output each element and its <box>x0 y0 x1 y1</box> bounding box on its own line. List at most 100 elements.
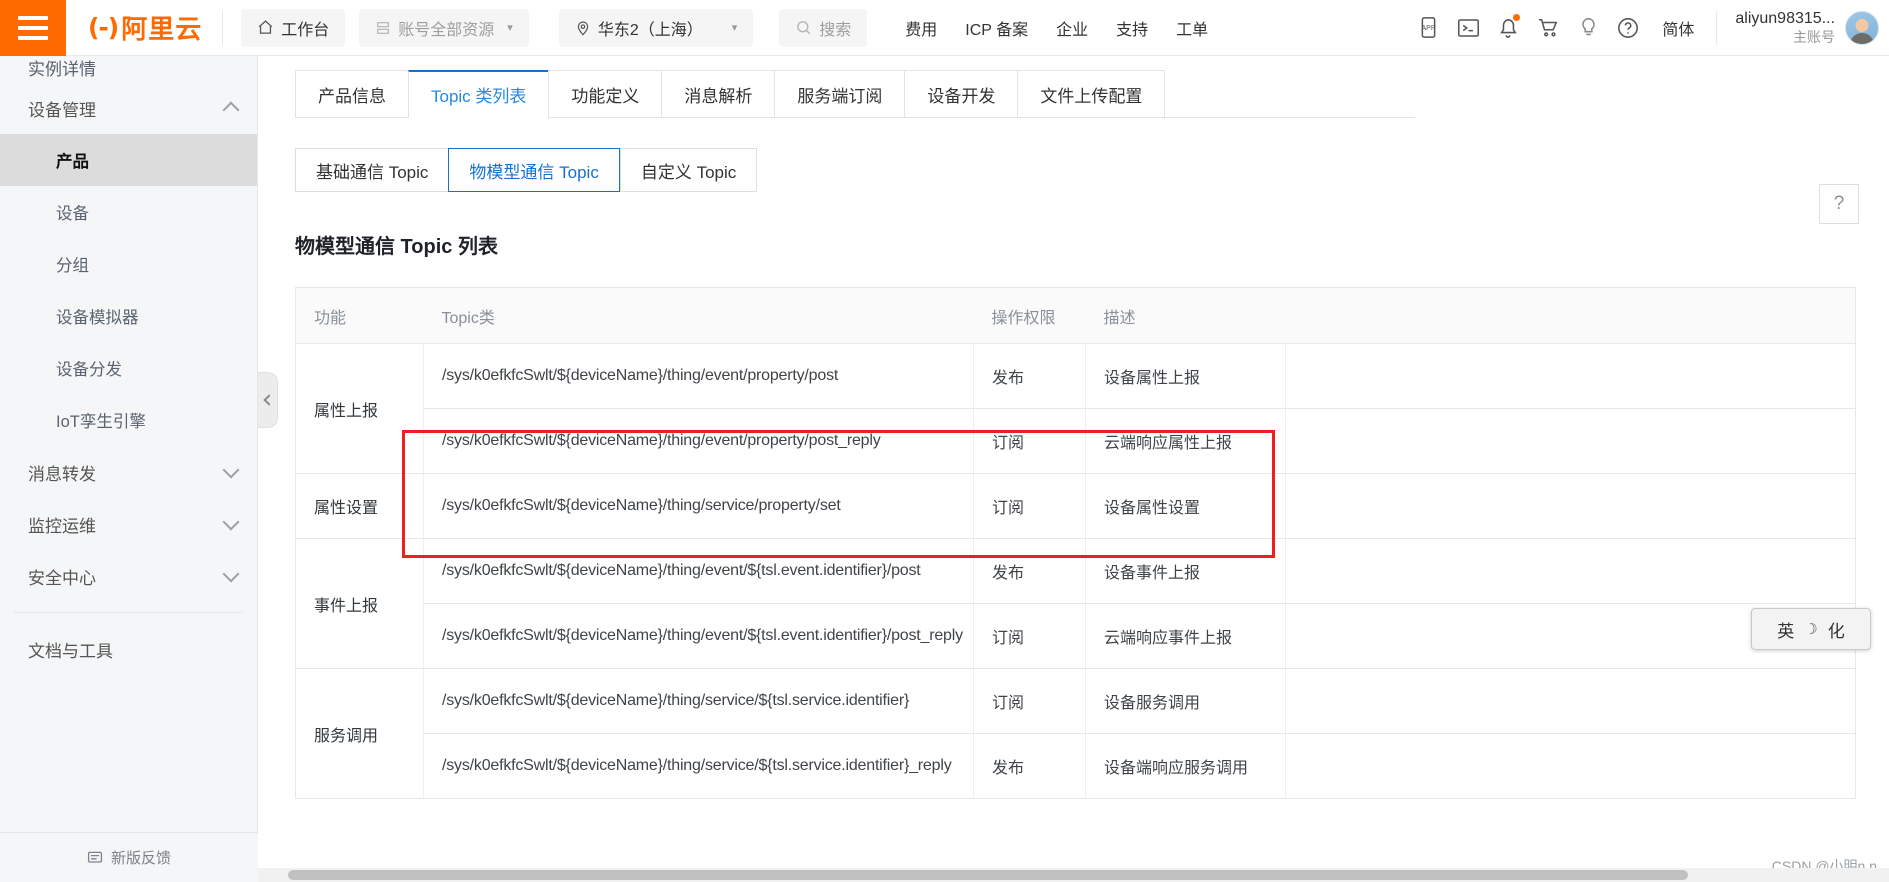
subtab-tsl-topic[interactable]: 物模型通信 Topic <box>448 148 620 192</box>
cell-function: 事件上报 <box>295 538 424 669</box>
cell-topic: /sys/k0efkfcSwlt/${deviceName}/thing/eve… <box>423 603 974 669</box>
table-row[interactable]: 属性设置 /sys/k0efkfcSwlt/${deviceName}/thin… <box>295 473 1856 539</box>
table-row[interactable]: 事件上报 /sys/k0efkfcSwlt/${deviceName}/thin… <box>295 538 1856 669</box>
chevron-down-icon <box>222 513 240 530</box>
tab-topic-list[interactable]: Topic 类列表 <box>408 70 549 118</box>
topic-table: 功能 Topic类 操作权限 描述 属性上报 /sys/k0efkfcSwlt/… <box>295 287 1856 799</box>
subtab-custom-topic[interactable]: 自定义 Topic <box>619 148 758 192</box>
tab-server-subscription[interactable]: 服务端订阅 <box>774 70 905 117</box>
scrollbar-thumb[interactable] <box>288 870 1688 880</box>
cell-permission: 发布 <box>973 733 1086 799</box>
sidebar-item-products[interactable]: 产品 <box>0 134 257 186</box>
chevron-down-icon: ▾ <box>731 22 738 34</box>
sidebar-item-device-distribution[interactable]: 设备分发 <box>0 342 257 394</box>
notification-badge <box>1513 13 1521 21</box>
user-menu[interactable]: aliyun98315... 主账号 <box>1717 9 1845 47</box>
search-input[interactable]: 搜索 <box>779 8 868 47</box>
lightbulb-icon[interactable] <box>1568 8 1608 48</box>
cell-topic: /sys/k0efkfcSwlt/${deviceName}/thing/eve… <box>423 343 974 409</box>
col-header-function: 功能 <box>295 287 424 344</box>
cell-permission: 发布 <box>973 538 1086 604</box>
sidebar-item-label: 设备分发 <box>56 361 122 379</box>
page-title: 物模型通信 Topic 列表 <box>295 236 498 258</box>
nav-link-fees[interactable]: 费用 <box>891 16 951 40</box>
language-switch[interactable]: 简体 <box>1648 16 1708 40</box>
all-resources-dropdown[interactable]: 账号全部资源 ▾ <box>359 8 529 47</box>
workbench-button[interactable]: 工作台 <box>241 8 346 47</box>
sidebar-item-security-center[interactable]: 安全中心 <box>0 550 257 602</box>
sidebar-collapse-handle[interactable] <box>258 372 278 428</box>
sidebar-item-groups[interactable]: 分组 <box>0 238 257 290</box>
sidebar-item-label: 设备模拟器 <box>56 309 139 327</box>
tab-device-development[interactable]: 设备开发 <box>904 70 1018 117</box>
workbench-label: 工作台 <box>281 21 330 39</box>
table-row[interactable]: /sys/k0efkfcSwlt/${deviceName}/thing/eve… <box>296 408 1856 474</box>
sidebar-item-docs-tools[interactable]: 文档与工具 <box>0 623 257 675</box>
region-selector[interactable]: 华东2（上海） ▾ <box>558 8 754 47</box>
sidebar-item-iot-twin-engine[interactable]: IoT孪生引擎 <box>0 394 257 446</box>
horizontal-scrollbar[interactable] <box>258 868 1889 882</box>
all-resources-label: 账号全部资源 <box>398 21 495 39</box>
logo-text: 阿里云 <box>121 14 203 44</box>
tab-product-info[interactable]: 产品信息 <box>295 70 408 117</box>
topic-subtabs: 基础通信 Topic 物模型通信 Topic 自定义 Topic <box>295 148 1889 192</box>
notifications-icon[interactable] <box>1488 8 1528 48</box>
aliyun-logo[interactable]: (-) 阿里云 <box>66 0 222 56</box>
cell-description: 云端响应事件上报 <box>1085 603 1286 669</box>
sidebar-item-label: 安全中心 <box>28 568 96 588</box>
nav-link-ticket[interactable]: 工单 <box>1162 16 1222 40</box>
moon-icon: ☽ <box>1804 621 1818 638</box>
table-row[interactable]: /sys/k0efkfcSwlt/${deviceName}/thing/ser… <box>296 733 1856 799</box>
nav-link-icp[interactable]: ICP 备案 <box>951 16 1042 40</box>
sidebar-item-label: IoT孪生引擎 <box>56 413 146 431</box>
help-icon[interactable] <box>1608 8 1648 48</box>
sidebar-item-devices[interactable]: 设备 <box>0 186 257 238</box>
nav-link-enterprise[interactable]: 企业 <box>1042 16 1102 40</box>
search-placeholder: 搜索 <box>819 21 852 39</box>
cell-topic: /sys/k0efkfcSwlt/${deviceName}/thing/ser… <box>423 668 974 734</box>
sidebar-item-message-forwarding[interactable]: 消息转发 <box>0 446 257 498</box>
product-tabs: 产品信息 Topic 类列表 功能定义 消息解析 服务端订阅 设备开发 文件上传… <box>295 70 1415 118</box>
app-icon[interactable]: APP <box>1408 8 1448 48</box>
sidebar-item-label: 文档与工具 <box>28 641 113 661</box>
table-row[interactable]: 服务调用 /sys/k0efkfcSwlt/${deviceName}/thin… <box>295 668 1856 799</box>
cell-function: 属性上报 <box>295 343 424 474</box>
sidebar-item-instance-detail[interactable]: 实例详情 <box>0 56 257 82</box>
sidebar-item-label: 设备 <box>56 205 89 223</box>
cell-spacer <box>1285 538 1856 604</box>
col-header-description: 描述 <box>1085 287 1286 344</box>
chevron-down-icon <box>222 565 240 582</box>
tab-message-parsing[interactable]: 消息解析 <box>661 70 775 117</box>
cell-topic: /sys/k0efkfcSwlt/${deviceName}/thing/ser… <box>423 733 974 799</box>
table-body: 属性上报 /sys/k0efkfcSwlt/${deviceName}/thin… <box>295 343 1856 799</box>
tab-feature-definition[interactable]: 功能定义 <box>548 70 662 117</box>
cell-topic: /sys/k0efkfcSwlt/${deviceName}/thing/eve… <box>423 538 974 604</box>
cell-permission: 发布 <box>973 343 1086 409</box>
question-mark-icon[interactable]: ? <box>1819 184 1859 224</box>
chevron-down-icon <box>222 461 240 478</box>
sidebar-scroll[interactable]: 实例详情 设备管理 产品 设备 分组 设备模拟器 设备分发 IoT孪生引擎 消息… <box>0 56 257 882</box>
sidebar-item-device-simulator[interactable]: 设备模拟器 <box>0 290 257 342</box>
cell-permission: 订阅 <box>973 408 1086 474</box>
table-row[interactable]: 属性上报 /sys/k0efkfcSwlt/${deviceName}/thin… <box>295 343 1856 474</box>
ime-indicator[interactable]: 英 ☽ 化 <box>1751 608 1871 650</box>
search-icon <box>797 21 811 35</box>
sidebar-item-label: 设备管理 <box>28 100 96 120</box>
topic-table-wrapper: 功能 Topic类 操作权限 描述 属性上报 /sys/k0efkfcSwlt/… <box>295 287 1856 799</box>
feedback-button[interactable]: 新版反馈 <box>0 832 258 882</box>
hamburger-icon[interactable] <box>0 0 66 56</box>
cart-icon[interactable] <box>1528 8 1568 48</box>
tab-file-upload-config[interactable]: 文件上传配置 <box>1017 70 1166 117</box>
table-row[interactable]: /sys/k0efkfcSwlt/${deviceName}/thing/eve… <box>296 603 1856 669</box>
nav-link-support[interactable]: 支持 <box>1102 16 1162 40</box>
sidebar-item-monitoring[interactable]: 监控运维 <box>0 498 257 550</box>
cell-permission: 订阅 <box>973 473 1086 539</box>
subtab-basic-topic[interactable]: 基础通信 Topic <box>295 148 449 192</box>
cloud-shell-icon[interactable] <box>1448 8 1488 48</box>
header-divider <box>222 10 224 45</box>
avatar[interactable] <box>1845 10 1879 45</box>
user-role: 主账号 <box>1793 28 1835 45</box>
sidebar-item-device-management[interactable]: 设备管理 <box>0 82 257 134</box>
sidebar-divider <box>14 612 243 613</box>
top-header: (-) 阿里云 工作台 账号全部资源 ▾ 华东2（上海） ▾ 搜索 费用 ICP… <box>0 0 1889 56</box>
